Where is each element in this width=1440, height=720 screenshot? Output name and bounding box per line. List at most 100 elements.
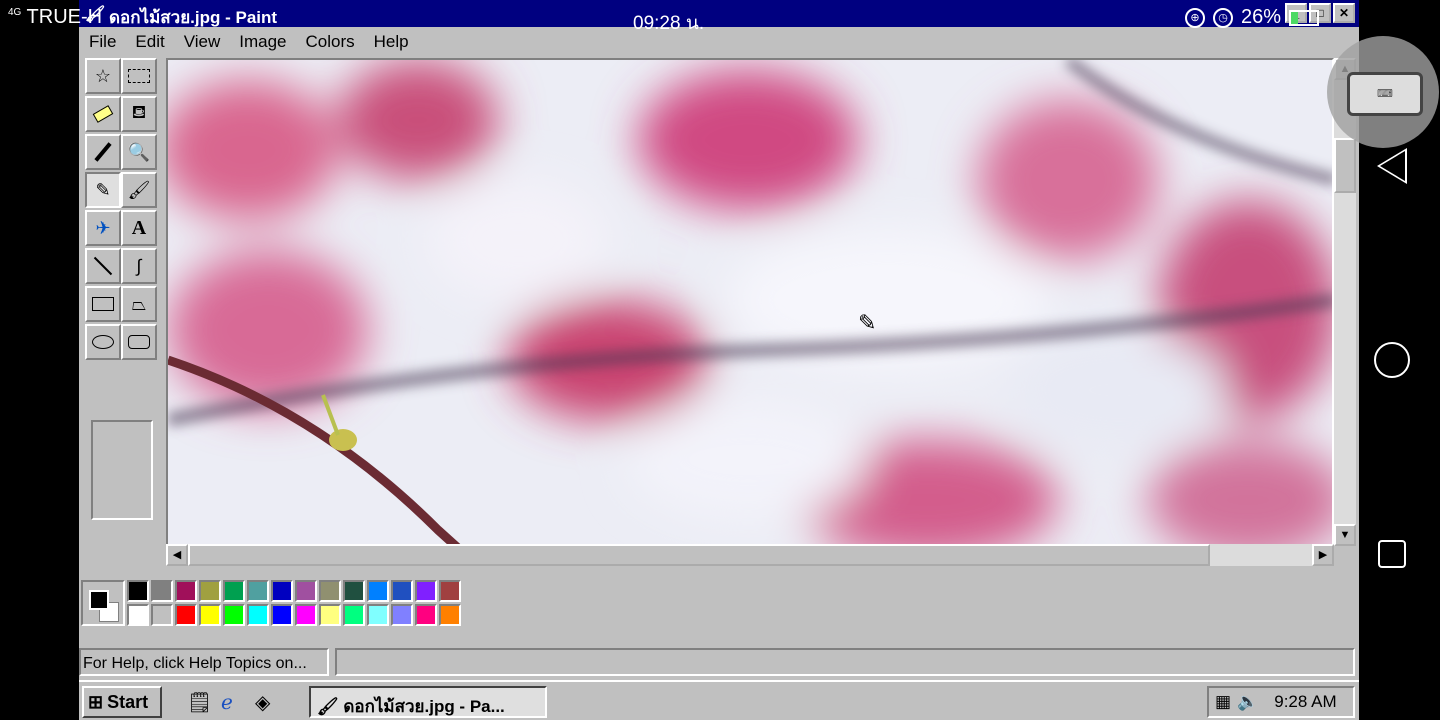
rounded-rectangle-tool[interactable] (121, 324, 157, 360)
start-button[interactable]: ⊞ Start (82, 686, 162, 718)
airbrush-tool[interactable]: ✈ (85, 210, 121, 246)
palette-swatch[interactable] (199, 580, 221, 602)
windows-logo-icon: ⊞ (88, 691, 104, 712)
current-colors[interactable] (81, 580, 125, 626)
palette-swatch[interactable] (127, 604, 149, 626)
taskbar-paint-button[interactable]: 🖌 ดอกไม้สวย.jpg - Pa... (309, 686, 547, 718)
palette-swatch[interactable] (247, 604, 269, 626)
toolbox: ☆ ⛾ 🔍 ✎ 🖌 ✈ A ∫ ⏢ (85, 58, 161, 520)
palette-swatch[interactable] (175, 604, 197, 626)
channels-icon[interactable]: ◈ (255, 690, 270, 715)
pencil-icon: ✎ (95, 179, 111, 200)
flower-photo: ✎ (168, 60, 1332, 544)
palette-swatch[interactable] (295, 604, 317, 626)
phone-clock: 09:28 น. (633, 13, 705, 34)
palette-swatch[interactable] (223, 604, 245, 626)
keyboard-icon: ⌨ (1347, 72, 1423, 116)
ellipse-icon (92, 335, 114, 349)
rounded-rectangle-icon (128, 335, 150, 349)
palette-swatch[interactable] (391, 580, 413, 602)
paint-window: 🖌 ดอกไม้สวย.jpg - Paint _ □ ✕ File Edit … (79, 0, 1359, 720)
polygon-icon: ⏢ (131, 293, 147, 314)
palette-swatch[interactable] (439, 604, 461, 626)
ellipse-tool[interactable] (85, 324, 121, 360)
pick-color-tool[interactable] (85, 134, 121, 170)
keyboard-toggle-button[interactable]: ⌨ (1327, 36, 1439, 148)
vertical-scroll-thumb[interactable] (1334, 138, 1356, 193)
tool-options-box[interactable] (91, 420, 153, 520)
horizontal-scrollbar[interactable]: ◀ ▶ (166, 544, 1334, 566)
rectangle-icon (92, 297, 114, 311)
scroll-down-button[interactable]: ▼ (1334, 524, 1356, 546)
pencil-cursor-icon: ✎ (858, 311, 876, 336)
palette-swatch[interactable] (127, 580, 149, 602)
volume-icon[interactable]: 🔈 (1237, 692, 1258, 712)
palette-swatch[interactable] (343, 604, 365, 626)
drawing-canvas[interactable]: ✎ (166, 58, 1334, 546)
palette-swatch[interactable] (343, 580, 365, 602)
palette-swatch[interactable] (319, 604, 341, 626)
polygon-tool[interactable]: ⏢ (121, 286, 157, 322)
palette-swatch[interactable] (271, 604, 293, 626)
battery-percent: 26% (1241, 6, 1282, 28)
battery-icon (1289, 9, 1320, 26)
palette-swatch[interactable] (367, 604, 389, 626)
status-bar: For Help, click Help Topics on... (79, 646, 1359, 676)
line-tool[interactable] (85, 248, 121, 284)
paint-task-icon: 🖌 (317, 697, 344, 716)
text-tool[interactable]: A (121, 210, 157, 246)
phone-status-bar: 4G TRUE-H 09:28 น. ⊕ ◷ 26% (0, 0, 1440, 36)
palette-swatch[interactable] (367, 580, 389, 602)
palette-swatch[interactable] (319, 580, 341, 602)
horizontal-scroll-thumb[interactable] (188, 544, 1210, 566)
star-select-icon: ☆ (94, 65, 112, 86)
palette-swatch[interactable] (151, 604, 173, 626)
lock-rotation-icon: ⊕ (1185, 7, 1205, 28)
fill-with-color-tool[interactable]: ⛾ (121, 96, 157, 132)
palette-swatch[interactable] (199, 604, 221, 626)
palette-swatch[interactable] (415, 604, 437, 626)
scroll-right-button[interactable]: ▶ (1312, 544, 1334, 566)
rectangle-tool[interactable] (85, 286, 121, 322)
palette-swatch[interactable] (151, 580, 173, 602)
eraser-tool[interactable] (85, 96, 121, 132)
palette-swatch[interactable] (391, 604, 413, 626)
color-palette (81, 578, 481, 630)
show-desktop-icon[interactable]: 🗒 (187, 690, 212, 715)
airbrush-icon: ✈ (95, 217, 111, 238)
foreground-color-swatch (89, 590, 109, 610)
tray-clock[interactable]: 9:28 AM (1274, 692, 1336, 712)
curve-tool[interactable]: ∫ (121, 248, 157, 284)
scroll-left-button[interactable]: ◀ (166, 544, 188, 566)
recents-button[interactable] (1378, 540, 1406, 568)
taskbar: ⊞ Start 🗒 ℯ ◈ 🖌 ดอกไม้สวย.jpg - Pa... ▦ 🔈… (79, 680, 1359, 720)
phone-status-icons: ⊕ ◷ 26% (1185, 6, 1320, 29)
palette-swatch[interactable] (223, 580, 245, 602)
eyedropper-icon (94, 142, 112, 162)
select-tool[interactable] (121, 58, 157, 94)
status-message: For Help, click Help Topics on... (79, 648, 329, 676)
palette-swatch[interactable] (415, 580, 437, 602)
paint-bucket-icon: ⛾ (131, 102, 147, 122)
palette-swatch[interactable] (247, 580, 269, 602)
scheduler-icon[interactable]: ▦ (1215, 692, 1231, 712)
palette-swatch[interactable] (175, 580, 197, 602)
magnifier-icon: 🔍 (127, 141, 151, 162)
brush-icon: 🖌 (127, 179, 151, 200)
free-form-select-tool[interactable]: ☆ (85, 58, 121, 94)
palette-swatch[interactable] (439, 580, 461, 602)
palette-swatch[interactable] (295, 580, 317, 602)
system-tray: ▦ 🔈 9:28 AM (1207, 686, 1355, 718)
palette-swatch[interactable] (271, 580, 293, 602)
status-pane (335, 648, 1355, 676)
back-button[interactable] (1377, 148, 1407, 184)
brush-tool[interactable]: 🖌 (121, 172, 157, 208)
home-button[interactable] (1374, 342, 1410, 378)
carrier-label: 4G TRUE-H (8, 6, 103, 28)
curve-icon: ∫ (136, 255, 142, 276)
pencil-tool[interactable]: ✎ (85, 172, 121, 208)
magnifier-tool[interactable]: 🔍 (121, 134, 157, 170)
rect-select-icon (128, 69, 150, 83)
line-icon (93, 256, 113, 276)
internet-explorer-icon[interactable]: ℯ (221, 690, 233, 715)
